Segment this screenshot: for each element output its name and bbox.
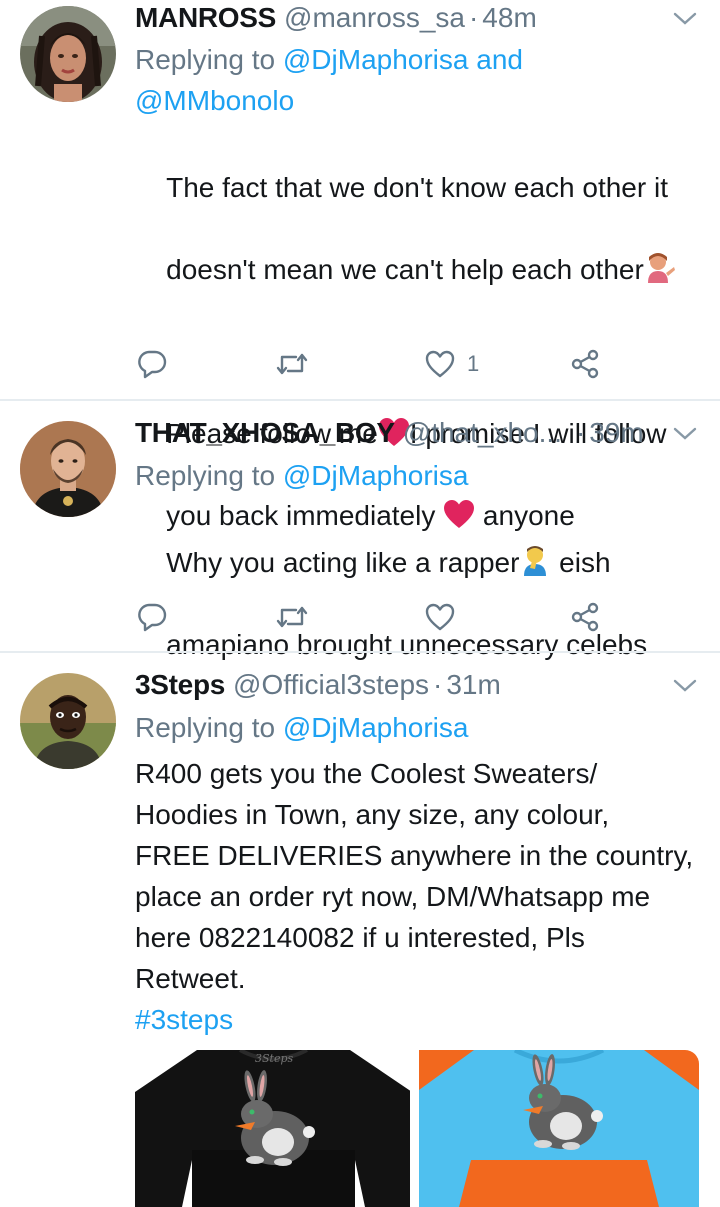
- tweet-text-line: The fact that we don't know each other i…: [166, 172, 668, 203]
- like-icon: [425, 350, 455, 378]
- replying-to: Replying to @DjMaphorisa: [135, 707, 695, 748]
- timestamp[interactable]: 39m: [589, 415, 643, 451]
- display-name[interactable]: THAT_XHOSA_BOY: [135, 415, 395, 451]
- tweet-text-line: eish: [551, 547, 611, 578]
- tweet-header: 3Steps @Official3steps · 31m: [135, 667, 501, 703]
- media-image-blue-sweater[interactable]: [419, 1050, 699, 1207]
- like-icon: [425, 603, 455, 631]
- display-name[interactable]: 3Steps: [135, 667, 225, 703]
- caret-down-icon[interactable]: [672, 677, 698, 695]
- timestamp[interactable]: 48m: [482, 0, 536, 36]
- retweet-icon: [276, 606, 308, 628]
- media-image-black-sweater[interactable]: 3Steps: [135, 1050, 412, 1207]
- tweet-text-line: doesn't mean we can't help each other: [166, 254, 644, 285]
- user-handle[interactable]: @manross_sa: [284, 0, 465, 36]
- reply-icon: [138, 603, 167, 632]
- hashtag-link[interactable]: #3steps: [135, 999, 233, 1040]
- retweet-icon: [276, 353, 308, 375]
- replying-prefix: Replying to: [135, 712, 283, 743]
- retweet-button[interactable]: [275, 599, 309, 635]
- user-handle[interactable]: @that_xho...: [403, 415, 562, 451]
- mention-link[interactable]: @DjMaphorisa: [283, 460, 469, 491]
- replying-to: Replying to @DjMaphorisa and @MMbonolo: [135, 39, 695, 121]
- mention-link[interactable]: @MMbonolo: [135, 85, 294, 116]
- avatar[interactable]: [20, 421, 116, 517]
- separator: ·: [468, 2, 479, 33]
- tweet-header: THAT_XHOSA_BOY @that_xho... · 39m: [135, 415, 644, 451]
- tweet-actions: [135, 599, 615, 635]
- man-facepalming-emoji-icon: [524, 546, 547, 576]
- display-name[interactable]: MANROSS: [135, 0, 276, 36]
- share-button[interactable]: [569, 346, 601, 382]
- mention-link[interactable]: @DjMaphorisa and: [283, 44, 523, 75]
- replying-to: Replying to @DjMaphorisa: [135, 455, 695, 496]
- woman-tipping-hand-emoji-icon: [647, 253, 675, 283]
- mention-link[interactable]: @DjMaphorisa: [283, 712, 469, 743]
- replying-prefix: Replying to: [135, 460, 283, 491]
- reply-icon: [138, 350, 167, 379]
- like-button[interactable]: [425, 599, 455, 635]
- like-count: 1: [467, 351, 480, 376]
- share-icon: [571, 349, 599, 379]
- tweet-header: MANROSS @manross_sa · 48m: [135, 0, 537, 36]
- reply-button[interactable]: [137, 599, 167, 635]
- reply-button[interactable]: [137, 346, 167, 382]
- tweet-actions: 1: [135, 346, 615, 382]
- timestamp[interactable]: 31m: [446, 667, 500, 703]
- retweet-button[interactable]: [275, 346, 309, 382]
- tweet-text-line: Why you acting like a rapper: [166, 547, 520, 578]
- separator: ·: [433, 669, 443, 700]
- share-button[interactable]: [569, 599, 601, 635]
- user-handle[interactable]: @Official3steps: [233, 667, 429, 703]
- caret-down-icon[interactable]: [672, 425, 698, 443]
- tweet-text: R400 gets you the Coolest Sweaters/ Hood…: [135, 758, 694, 994]
- caret-down-icon[interactable]: [672, 10, 698, 28]
- separator: ·: [575, 417, 586, 448]
- replying-prefix: Replying to: [135, 44, 283, 75]
- sweater-logo-text: 3Steps: [255, 1052, 294, 1065]
- tweet-manross[interactable]: MANROSS @manross_sa · 48m Replying to @D…: [0, 0, 720, 531]
- like-button[interactable]: 1: [425, 346, 479, 382]
- tweet-that-xhosa-boy[interactable]: THAT_XHOSA_BOY @that_xho... · 39m Replyi…: [0, 401, 720, 660]
- share-icon: [571, 602, 599, 632]
- avatar[interactable]: [20, 6, 116, 102]
- avatar[interactable]: [20, 673, 116, 769]
